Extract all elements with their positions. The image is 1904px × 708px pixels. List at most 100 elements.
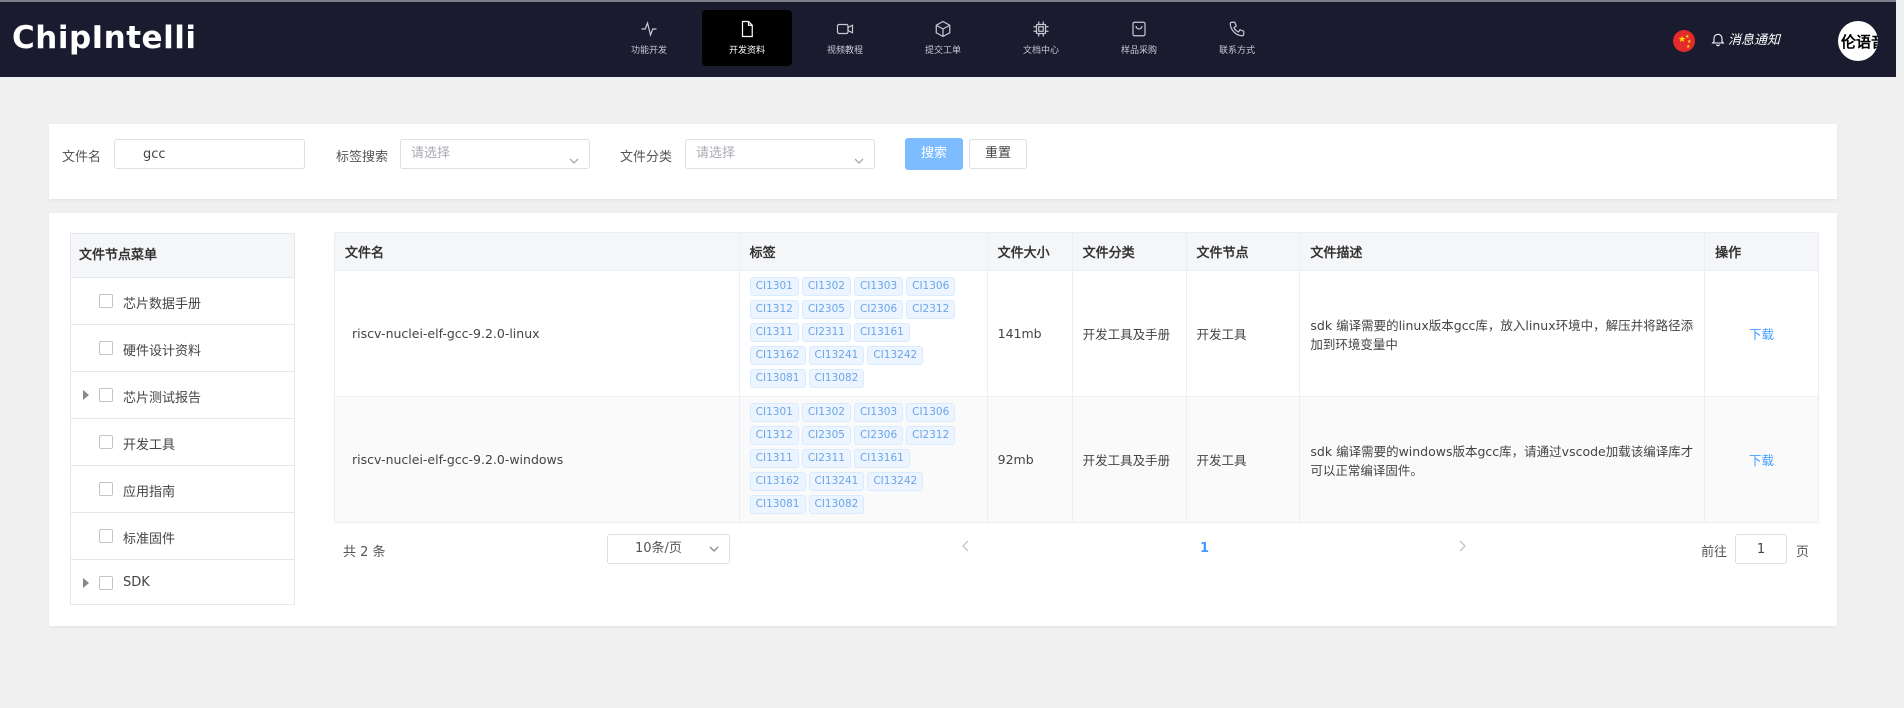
column-header-category: 文件分类 [1071, 232, 1187, 271]
tag: CI2305 [801, 300, 851, 319]
chevron-down-icon [569, 149, 579, 164]
cell-actions: 下载 [1704, 396, 1819, 523]
nav-item-dev-docs[interactable]: 开发资料 [702, 10, 792, 66]
chevron-right-icon [1459, 540, 1466, 552]
tree-item-label: 硬件设计资料 [123, 344, 202, 359]
notification-link[interactable]: 消息通知 [1710, 29, 1780, 48]
tree-item-app-guide[interactable]: 应用指南 [71, 466, 294, 513]
logo[interactable]: ChipIntelli [12, 20, 196, 56]
scrollbar[interactable] [1896, 0, 1904, 708]
tree-item-label: 应用指南 [123, 485, 176, 500]
nav-item-label: 文档中心 [1022, 46, 1059, 56]
tag: CI13162 [749, 472, 806, 491]
next-page-button[interactable] [1457, 539, 1467, 553]
tag: CI13082 [808, 495, 865, 514]
category-select-placeholder: 请选择 [696, 146, 736, 161]
cell-actions: 下载 [1704, 270, 1819, 397]
checkbox[interactable] [99, 388, 113, 402]
tag: CI2305 [801, 426, 851, 445]
phone-icon [1229, 21, 1245, 37]
top-navbar: ChipIntelli 功能开发 开发资料 视频教程 提交工单 文档中心 样品采… [0, 0, 1896, 77]
goto-page-input[interactable] [1735, 534, 1787, 564]
tag-search-label: 标签搜索 [336, 150, 389, 165]
nav-item-label: 视频教程 [826, 46, 863, 56]
cell-size: 92mb [986, 396, 1073, 523]
box-icon [935, 20, 951, 38]
caret-right-icon[interactable] [83, 578, 89, 588]
tree-item-label: 标准固件 [123, 532, 176, 547]
nav-item-label: 样品采购 [1120, 46, 1157, 56]
file-name-input[interactable] [114, 139, 305, 169]
current-page[interactable]: 1 [1200, 541, 1209, 556]
tag: CI13161 [853, 449, 910, 468]
file-node-tree: 文件节点菜单 芯片数据手册 硬件设计资料 芯片测试报告 开发工具 应用指南 标准… [70, 233, 295, 605]
tag-list: CI1301 CI1302 CI1303 CI1306 CI1312 CI2305 CI23… [749, 402, 966, 517]
reset-button[interactable]: 重置 [969, 139, 1027, 169]
page-suffix: 页 [1796, 545, 1810, 560]
bell-icon [1711, 33, 1725, 46]
pagination-total: 共 2 条 [343, 545, 386, 560]
category-label: 文件分类 [620, 150, 673, 165]
tag-select[interactable]: 请选择 [400, 139, 590, 169]
tree-item-dev-tools[interactable]: 开发工具 [71, 419, 294, 466]
tag: CI13161 [853, 323, 910, 342]
tag: CI13242 [867, 346, 924, 365]
table-row: riscv-nuclei-elf-gcc-9.2.0-linux CI1301 C… [334, 270, 1819, 397]
checkbox[interactable] [99, 482, 113, 496]
file-name-label: 文件名 [62, 150, 102, 165]
table-row: riscv-nuclei-elf-gcc-9.2.0-windows CI130… [334, 396, 1819, 523]
column-header-file-name: 文件名 [334, 232, 740, 271]
checkbox[interactable] [99, 341, 113, 355]
download-link[interactable]: 下载 [1749, 327, 1774, 342]
checkbox[interactable] [99, 576, 113, 590]
tag: CI1301 [749, 277, 799, 296]
cell-description: sdk 编译需要的linux版本gcc库，放入linux环境中，解压并将路径添加… [1299, 270, 1706, 397]
checkbox[interactable] [99, 435, 113, 449]
prev-page-button[interactable] [961, 539, 971, 553]
column-header-size: 文件大小 [986, 232, 1073, 271]
nav-item-doc-center[interactable]: 文档中心 [992, 10, 1090, 66]
tag-select-placeholder: 请选择 [411, 146, 451, 161]
tree-item-sdk[interactable]: SDK [71, 560, 294, 607]
activity-icon [641, 20, 657, 38]
tag: CI2306 [853, 300, 904, 319]
checkbox[interactable] [99, 294, 113, 308]
caret-right-icon[interactable] [83, 390, 89, 400]
page-size-select[interactable]: 10条/页 [607, 534, 730, 564]
tag: CI13081 [749, 495, 806, 514]
video-icon [836, 23, 854, 35]
nav-item-contact[interactable]: 联系方式 [1188, 10, 1286, 66]
tree-item-label: 芯片数据手册 [123, 297, 202, 312]
cell-category: 开发工具及手册 [1071, 270, 1187, 397]
search-button[interactable]: 搜索 [905, 138, 963, 170]
chevron-down-icon [854, 149, 864, 164]
tree-item-chip-datasheet[interactable]: 芯片数据手册 [71, 278, 294, 325]
checkbox[interactable] [99, 529, 113, 543]
tag: CI1302 [801, 403, 851, 422]
tree-item-label: 开发工具 [123, 438, 176, 453]
nav-item-feature-dev[interactable]: 功能开发 [600, 10, 698, 66]
download-link[interactable]: 下载 [1749, 453, 1774, 468]
column-header-description: 文件描述 [1299, 232, 1706, 271]
chevron-left-icon [962, 540, 969, 552]
nav-item-label: 联系方式 [1218, 46, 1255, 56]
tag: CI1306 [906, 403, 956, 422]
tree-item-standard-firmware[interactable]: 标准固件 [71, 513, 294, 560]
china-flag-icon[interactable]: ★ ★ ★ ★ [1673, 30, 1695, 52]
nav-item-video[interactable]: 视频教程 [796, 10, 894, 66]
avatar-text: 伦语音 [1841, 32, 1878, 51]
nav-item-ticket[interactable]: 提交工单 [894, 10, 992, 66]
cell-size: 141mb [986, 270, 1073, 397]
tag: CI13082 [808, 369, 865, 388]
nav-item-label: 开发资料 [728, 46, 765, 56]
cell-category: 开发工具及手册 [1071, 396, 1187, 523]
category-select[interactable]: 请选择 [685, 139, 875, 169]
tag: CI1306 [906, 277, 956, 296]
chevron-down-icon [709, 546, 719, 552]
tag: CI2311 [801, 449, 851, 468]
tree-item-chip-test-report[interactable]: 芯片测试报告 [71, 372, 294, 419]
avatar[interactable]: 伦语音 [1838, 21, 1878, 61]
column-header-node: 文件节点 [1185, 232, 1301, 271]
tree-item-hardware-design[interactable]: 硬件设计资料 [71, 325, 294, 372]
nav-item-sample-purchase[interactable]: 样品采购 [1090, 10, 1188, 66]
